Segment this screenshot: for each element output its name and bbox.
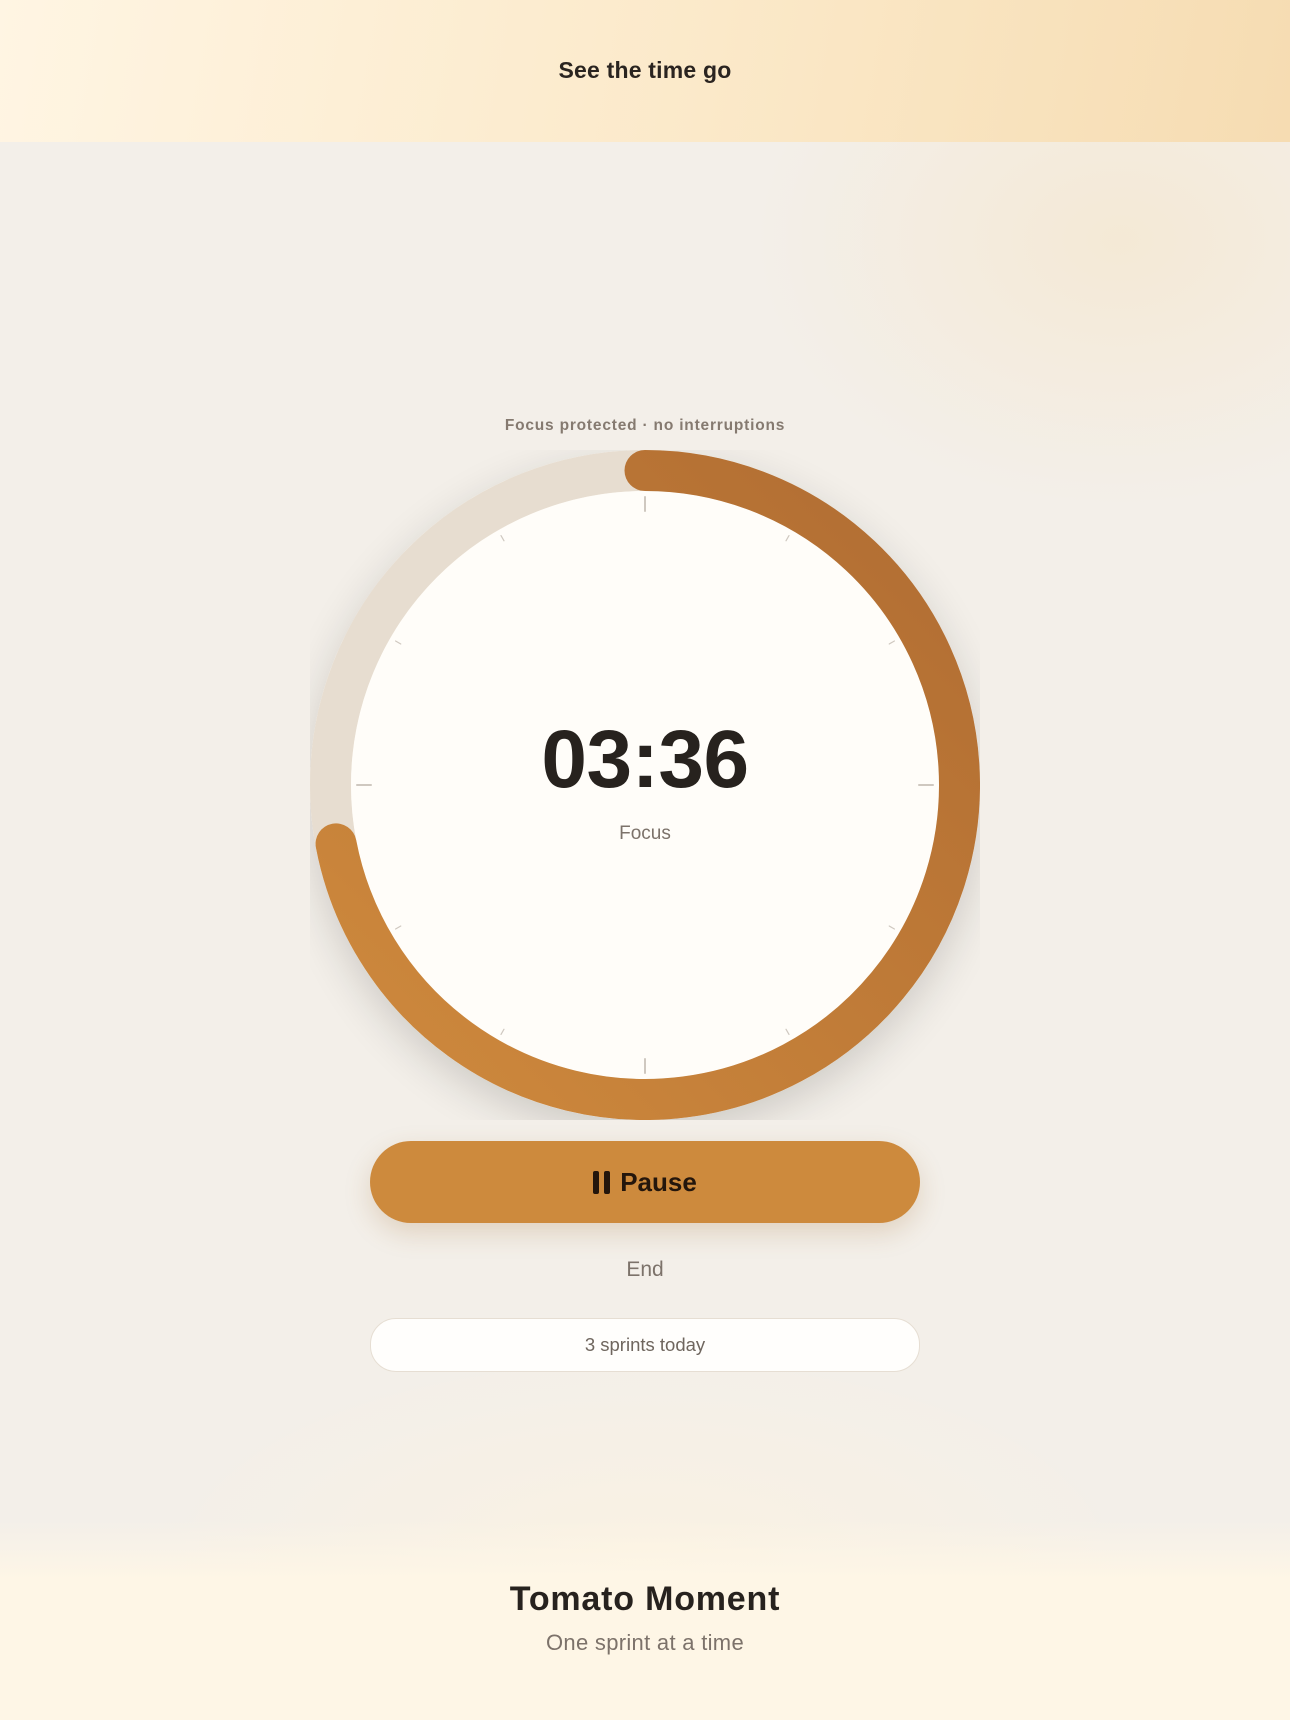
pause-button[interactable]: Pause: [370, 1141, 920, 1223]
top-bar: See the time go: [0, 0, 1290, 142]
app-tagline: One sprint at a time: [546, 1630, 744, 1655]
pause-button-label: Pause: [620, 1166, 697, 1197]
timer-readout: 03:36 Focus: [310, 450, 980, 1120]
end-button[interactable]: End: [0, 1258, 1290, 1282]
app-name: Tomato Moment: [509, 1580, 781, 1618]
sprints-today-badge: 3 sprints today: [370, 1318, 920, 1372]
focus-status-caption: Focus protected · no interruptions: [504, 417, 786, 434]
time-remaining: 03:36: [541, 714, 749, 805]
pause-icon: [593, 1170, 611, 1194]
timer-dial: 03:36 Focus: [310, 450, 980, 1120]
timer-mode-label: Focus: [619, 823, 671, 844]
page-title: See the time go: [558, 56, 732, 83]
footer: [0, 1520, 1290, 1720]
